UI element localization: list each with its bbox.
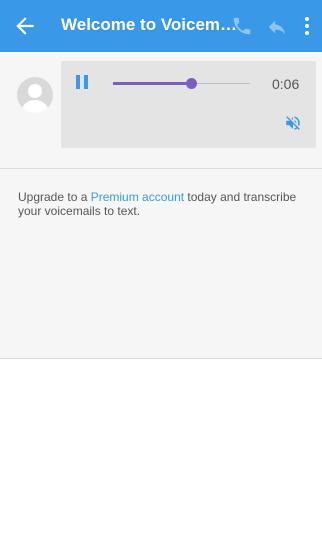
phone-icon[interactable] [231, 15, 253, 37]
progress-track[interactable] [191, 83, 250, 84]
premium-account-link[interactable]: Premium account [91, 190, 184, 204]
more-vert-icon[interactable] [301, 14, 313, 38]
divider [0, 358, 322, 359]
upgrade-text: Upgrade to a [18, 190, 91, 204]
upgrade-message: Upgrade to a Premium account today and t… [18, 190, 313, 218]
divider [0, 168, 322, 169]
app-bar: Welcome to Voicem… [0, 0, 322, 52]
avatar [17, 77, 53, 113]
page-title: Welcome to Voicem… [61, 15, 238, 34]
audio-player [61, 61, 316, 148]
progress-played [113, 82, 191, 85]
pause-icon[interactable] [76, 75, 88, 89]
progress-thumb[interactable] [186, 78, 197, 89]
arrow-back-icon[interactable] [12, 13, 38, 39]
elapsed-time: 0:06 [272, 76, 300, 92]
reply-icon[interactable] [266, 16, 288, 38]
volume-off-icon[interactable] [283, 114, 303, 132]
person-icon [21, 84, 49, 113]
